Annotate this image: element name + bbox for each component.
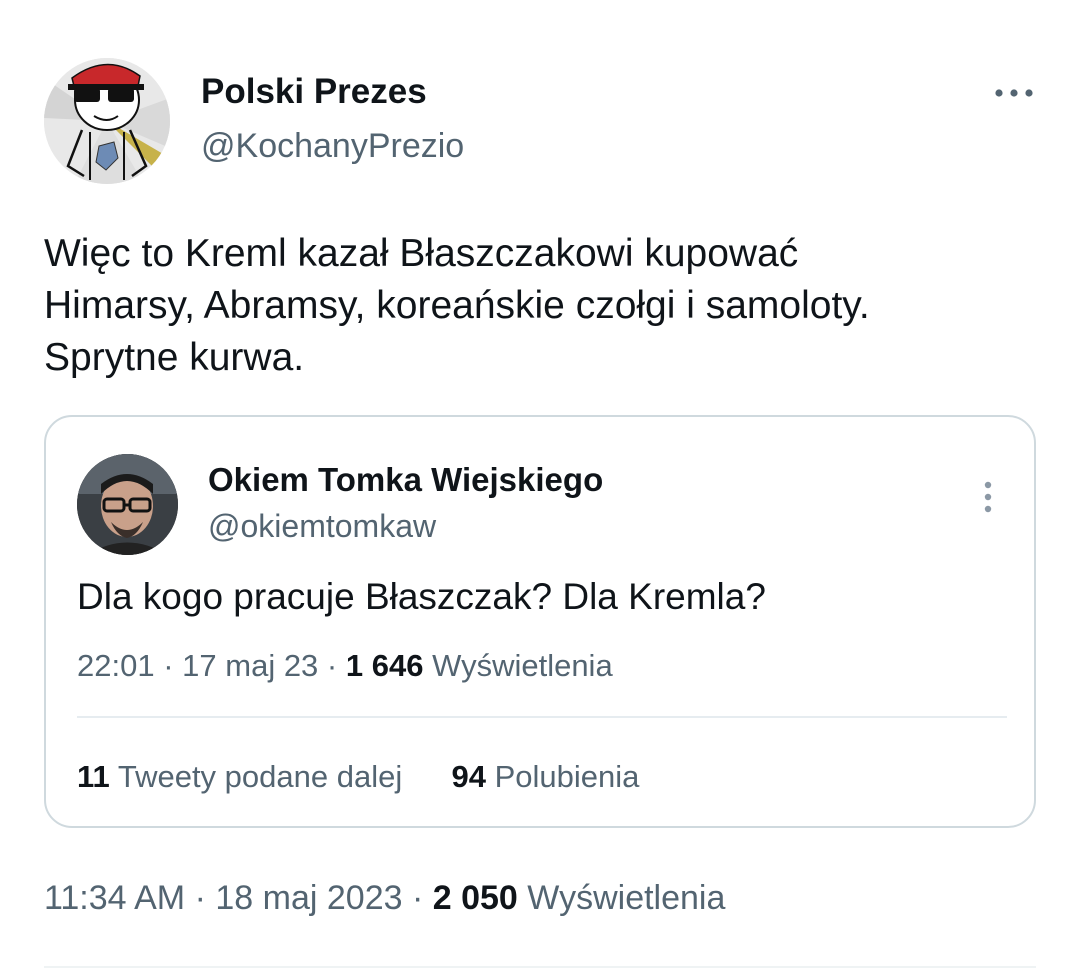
meta-separator: · <box>163 648 174 683</box>
quoted-views-count: 1 646 <box>345 648 424 683</box>
quoted-tweet-date[interactable]: 17 maj 23 <box>182 648 318 683</box>
more-options-icon[interactable] <box>992 80 1036 106</box>
tweet-date[interactable]: 18 maj 2023 <box>215 879 402 917</box>
quoted-author-handle[interactable]: @okiemtomkaw <box>208 507 436 545</box>
quoted-tweet-time[interactable]: 22:01 <box>77 648 155 683</box>
quoted-retweets-stat[interactable]: 11 Tweety podane dalej <box>77 759 411 794</box>
author-display-name[interactable]: Polski Prezes <box>201 72 427 112</box>
meta-separator: · <box>194 879 206 917</box>
quoted-author-avatar[interactable] <box>77 454 178 555</box>
quoted-views-label: Wyświetlenia <box>432 648 613 683</box>
quoted-likes-count: 94 <box>451 759 486 794</box>
quoted-likes-label: Polubienia <box>494 759 640 794</box>
photo-avatar-image <box>77 454 178 555</box>
tweet-meta: 11:34 AM · 18 maj 2023 · 2 050 Wyświetle… <box>44 877 725 919</box>
tweet-time[interactable]: 11:34 AM <box>44 879 185 917</box>
quoted-retweets-label: Tweety podane dalej <box>117 759 403 794</box>
tweet-views-count: 2 050 <box>432 879 518 917</box>
quoted-divider <box>77 716 1007 718</box>
quoted-likes-stat[interactable]: 94 Polubienia <box>451 759 639 794</box>
tweet-views-label: Wyświetlenia <box>527 879 726 917</box>
author-avatar[interactable] <box>44 58 170 184</box>
quoted-more-options-icon[interactable] <box>976 477 1000 517</box>
meta-separator: · <box>326 648 338 683</box>
meta-separator: · <box>411 879 424 917</box>
quoted-tweet-stats: 11 Tweety podane dalej 94 Polubienia <box>77 758 639 796</box>
bottom-divider <box>44 966 1036 968</box>
quoted-tweet-text: Dla kogo pracuje Błaszczak? Dla Kremla? <box>77 576 766 617</box>
tweet-text: Więc to Kreml kazał Błaszczakowi kupować… <box>44 232 870 379</box>
quoted-author-display-name[interactable]: Okiem Tomka Wiejskiego <box>208 461 603 499</box>
quoted-tweet-card[interactable]: Okiem Tomka Wiejskiego @okiemtomkaw Dla … <box>44 415 1036 828</box>
author-handle[interactable]: @KochanyPrezio <box>201 126 464 166</box>
quoted-retweets-count: 11 <box>77 759 110 794</box>
cartoon-avatar-image <box>44 58 170 184</box>
quoted-tweet-meta: 22:01 · 17 maj 23 · 1 646 Wyświetlenia <box>77 647 613 685</box>
